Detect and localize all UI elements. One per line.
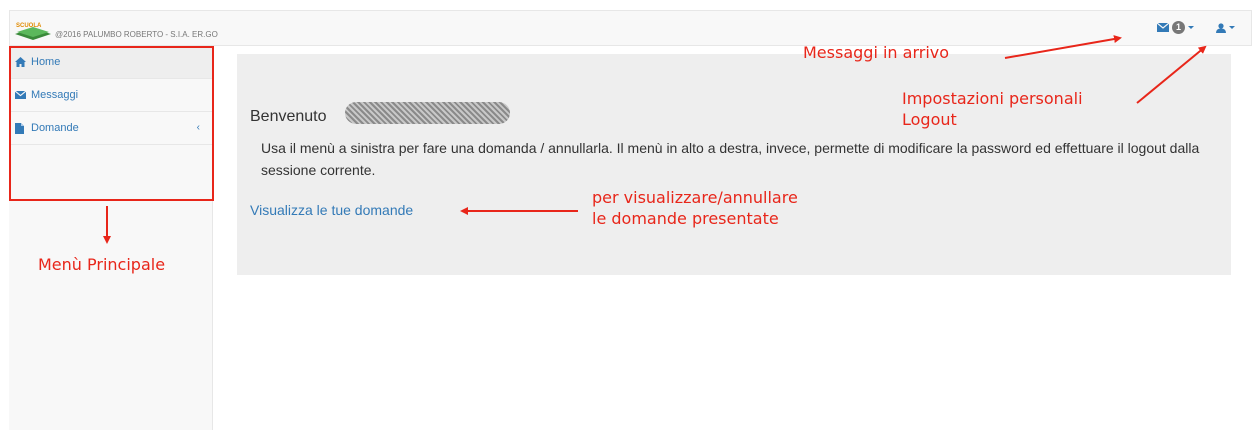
user-dropdown[interactable]: [1216, 22, 1235, 33]
main-menu-highlight: [9, 46, 214, 201]
view-domande-link[interactable]: Visualizza le tue domande: [250, 202, 413, 218]
annotation-domande-line1: per visualizzare/annullare: [592, 188, 798, 207]
messages-count-badge: 1: [1172, 21, 1185, 34]
annotation-main-menu: Menù Principale: [38, 255, 166, 274]
svg-text:SCUOLA: SCUOLA: [16, 23, 42, 29]
messages-dropdown[interactable]: 1: [1157, 21, 1194, 34]
copyright-text: @2016 PALUMBO ROBERTO - S.I.A. ER.GO: [55, 30, 218, 39]
scuola-logo: SCUOLA: [15, 23, 51, 40]
annotation-domande-line2: le domande presentate: [592, 209, 779, 228]
annotation-messages: Messaggi in arrivo: [803, 43, 950, 62]
caret-down-icon: [1229, 26, 1235, 29]
annotation-personal-settings: Impostazioni personali: [902, 89, 1083, 108]
welcome-heading: Benvenuto: [250, 108, 327, 125]
redacted-username: [345, 102, 510, 124]
welcome-description: Usa il menù a sinistra per fare una doma…: [261, 140, 1200, 178]
top-navbar: SCUOLA @2016 PALUMBO ROBERTO - S.I.A. ER…: [9, 10, 1252, 46]
envelope-icon: [1157, 23, 1169, 32]
caret-down-icon: [1188, 26, 1194, 29]
user-icon: [1216, 22, 1226, 33]
annotation-logout: Logout: [902, 110, 957, 129]
